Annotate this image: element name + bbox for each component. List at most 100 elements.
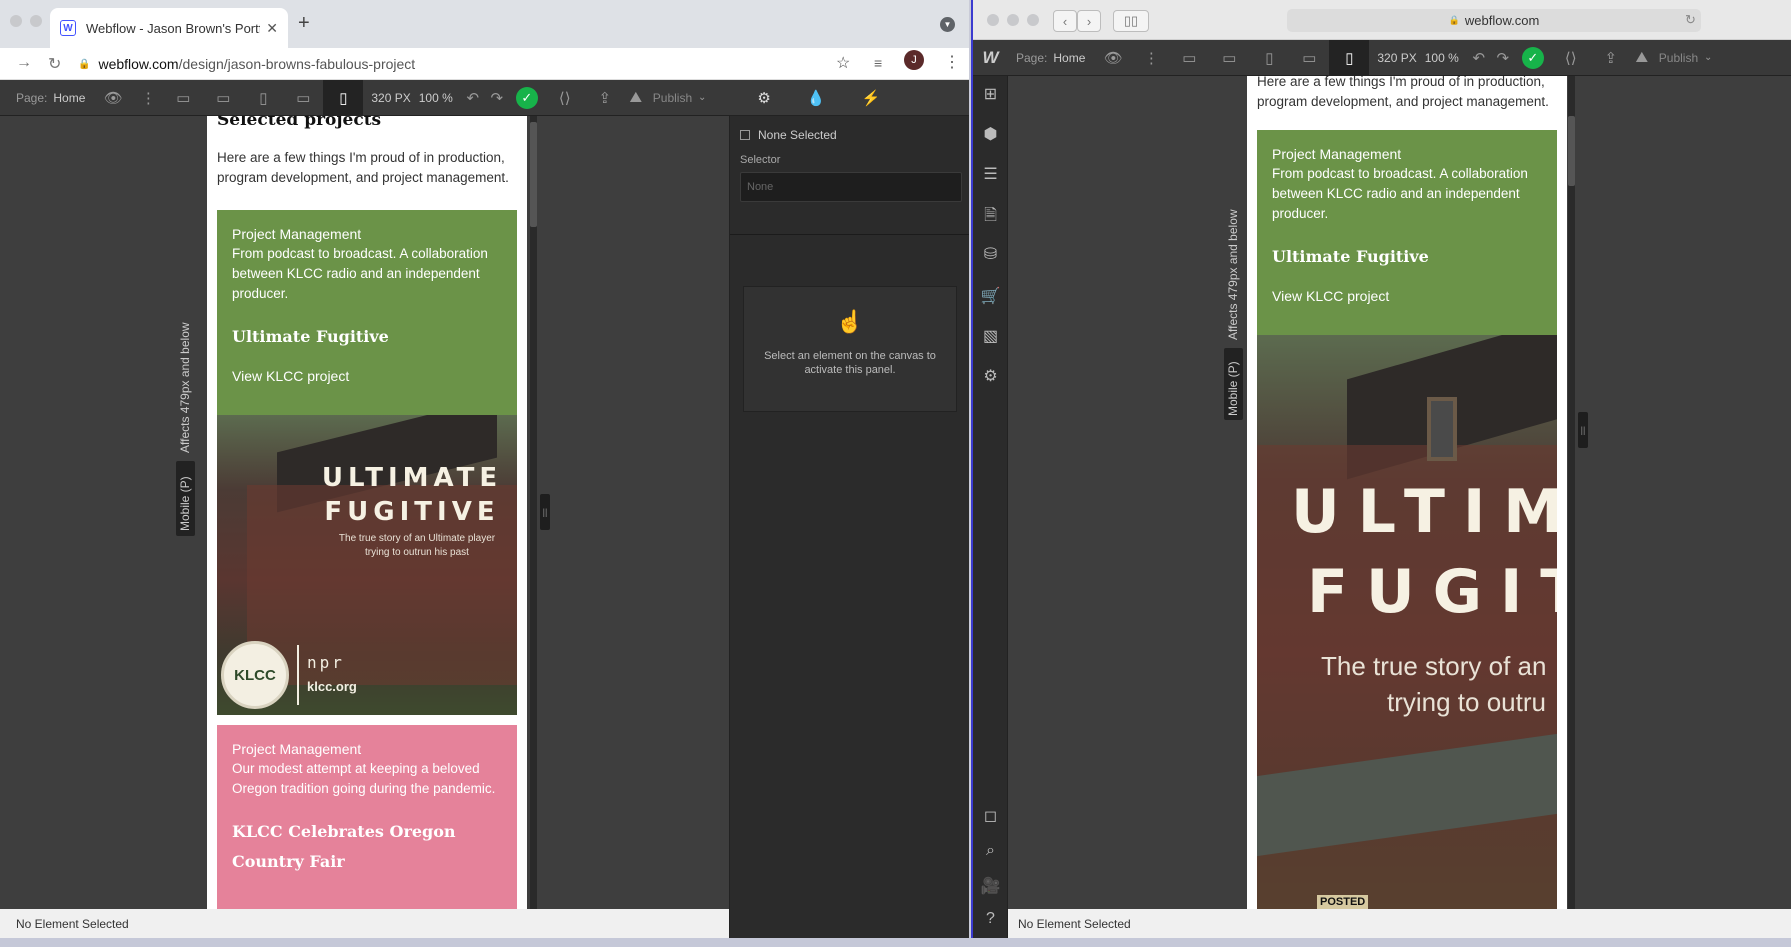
- project-card[interactable]: Project Management Our modest attempt at…: [217, 725, 517, 909]
- browser-tab[interactable]: W Webflow - Jason Brown's Portf ✕: [50, 8, 288, 48]
- mobile-landscape-breakpoint-icon[interactable]: ▭: [1289, 40, 1329, 76]
- canvas-scrollbar[interactable]: [1568, 76, 1575, 909]
- close-window-button[interactable]: [10, 15, 22, 27]
- undo-icon[interactable]: ↶: [1467, 40, 1491, 76]
- canvas-zoom[interactable]: 100 %: [419, 91, 453, 105]
- hint-message: Select an element on the canvas to activ…: [764, 350, 936, 376]
- sidebar-toggle-icon[interactable]: ▯▯: [1113, 10, 1149, 32]
- forward-icon[interactable]: →: [16, 54, 32, 72]
- redo-icon[interactable]: ↷: [1491, 40, 1515, 76]
- minimize-window-button[interactable]: [30, 15, 42, 27]
- lock-icon: 🔒: [78, 58, 91, 70]
- navigator-icon[interactable]: ☰: [973, 164, 1008, 184]
- lock-icon: 🔒: [1448, 15, 1460, 25]
- redo-icon[interactable]: ↷: [485, 80, 509, 116]
- tablet-breakpoint-icon[interactable]: ▯: [1249, 40, 1289, 76]
- large-desktop-breakpoint-icon[interactable]: ▭: [203, 80, 243, 116]
- forward-icon[interactable]: ›: [1077, 10, 1101, 32]
- reload-icon[interactable]: ↻: [48, 54, 61, 74]
- more-options-icon[interactable]: ⋮: [1133, 40, 1169, 76]
- media-queue-icon[interactable]: ≡: [874, 55, 882, 71]
- page-frame[interactable]: Here are a few things I'm proud of in pr…: [1247, 76, 1567, 909]
- canvas-zoom[interactable]: 100 %: [1425, 51, 1459, 65]
- status-bar: No Element Selected: [0, 909, 729, 938]
- project-card[interactable]: Project Management From podcast to broad…: [217, 210, 517, 415]
- hero-tagline-2: trying to outrun his past: [365, 547, 469, 558]
- more-options-icon[interactable]: ⋮: [133, 80, 163, 116]
- breakpoint-label: Affects 479px and below: [178, 322, 192, 453]
- search-icon[interactable]: ⌕: [973, 842, 1008, 860]
- chrome-menu-icon[interactable]: ⋮: [944, 52, 960, 72]
- safari-toolbar: ‹ › ▯▯ 🔒 webflow.com ↻: [973, 0, 1791, 40]
- desktop-breakpoint-icon[interactable]: ▭: [1169, 40, 1209, 76]
- preview-eye-icon[interactable]: 👁: [93, 80, 133, 116]
- hero-title-line2: FUGITIVE: [324, 497, 500, 527]
- tab-search-icon[interactable]: ▼: [940, 17, 955, 32]
- cms-icon[interactable]: ⛁: [973, 244, 1008, 264]
- code-icon[interactable]: ⟨⟩: [1551, 40, 1591, 76]
- project-link[interactable]: View KLCC project: [1272, 286, 1542, 306]
- checkbox-icon: [740, 130, 750, 140]
- code-icon[interactable]: ⟨⟩: [545, 80, 585, 116]
- page-frame[interactable]: Selected projects Here are a few things …: [207, 116, 527, 909]
- selector-input[interactable]: None: [740, 172, 962, 202]
- chevron-down-icon[interactable]: ⌄: [1698, 40, 1718, 76]
- reload-icon[interactable]: ↻: [1685, 12, 1696, 28]
- resize-handle[interactable]: ||: [1578, 412, 1588, 448]
- style-manager-icon[interactable]: 💧: [786, 80, 846, 116]
- desktop-breakpoint-icon[interactable]: ▭: [163, 80, 203, 116]
- publish-icon[interactable]: ⛰: [625, 80, 647, 116]
- minimize-window-button[interactable]: [1007, 14, 1019, 26]
- interactions-bolt-icon[interactable]: ⚡: [846, 80, 896, 116]
- mobile-portrait-breakpoint-icon[interactable]: ▯: [323, 79, 364, 116]
- hero-title-line2: FUGIT: [1307, 557, 1557, 627]
- cube-icon[interactable]: ⬢: [973, 124, 1008, 144]
- export-icon[interactable]: ⇪: [585, 80, 625, 116]
- video-icon[interactable]: 🎥: [973, 876, 1008, 896]
- close-tab-icon[interactable]: ✕: [266, 20, 278, 37]
- pages-icon[interactable]: 🗎: [973, 204, 1008, 231]
- assets-icon[interactable]: ▧: [973, 326, 1008, 346]
- mobile-portrait-breakpoint-icon[interactable]: ▯: [1329, 39, 1370, 76]
- new-tab-button[interactable]: +: [298, 12, 310, 35]
- publish-icon[interactable]: ⛰: [1631, 40, 1653, 76]
- project-description: Our modest attempt at keeping a beloved …: [232, 761, 496, 796]
- canvas-scrollbar[interactable]: [530, 116, 537, 909]
- project-card[interactable]: Project Management From podcast to broad…: [1257, 130, 1557, 335]
- zoom-window-button[interactable]: [1027, 14, 1039, 26]
- mobile-landscape-breakpoint-icon[interactable]: ▭: [283, 80, 323, 116]
- chevron-down-icon[interactable]: ⌄: [692, 80, 712, 116]
- ecommerce-icon[interactable]: 🛒: [973, 286, 1008, 306]
- export-icon[interactable]: ⇪: [1591, 40, 1631, 76]
- style-gear-icon[interactable]: ⚙: [742, 80, 786, 116]
- settings-icon[interactable]: ⚙: [973, 366, 1008, 386]
- breakpoint-device-label: Mobile (P): [1226, 361, 1240, 416]
- tablet-breakpoint-icon[interactable]: ▯: [243, 80, 283, 116]
- designer-canvas[interactable]: Mobile (P) Affects 479px and below Here …: [1008, 76, 1791, 909]
- selector-label: Selector: [740, 154, 781, 166]
- undo-icon[interactable]: ↶: [461, 80, 485, 116]
- url-domain: webflow.com: [98, 56, 179, 72]
- audit-icon[interactable]: ◻: [973, 806, 1008, 826]
- project-link[interactable]: View KLCC project: [232, 366, 502, 386]
- profile-avatar[interactable]: J: [904, 50, 924, 70]
- address-bar[interactable]: 🔒 webflow.com: [1287, 9, 1701, 32]
- page-name[interactable]: Home: [1053, 51, 1085, 65]
- add-icon[interactable]: ⊞: [973, 84, 1008, 104]
- publish-button[interactable]: Publish: [1659, 51, 1698, 65]
- webflow-logo-icon[interactable]: W: [973, 40, 1008, 76]
- resize-handle[interactable]: ||: [540, 494, 550, 530]
- breakpoint-label: Affects 479px and below: [1226, 209, 1240, 340]
- close-window-button[interactable]: [987, 14, 999, 26]
- back-icon[interactable]: ‹: [1053, 10, 1077, 32]
- bookmark-star-icon[interactable]: ☆: [836, 53, 850, 73]
- pointer-hand-icon: ☝: [836, 309, 864, 334]
- address-bar[interactable]: 🔒 webflow.com/design/jason-browns-fabulo…: [78, 51, 868, 77]
- publish-button[interactable]: Publish: [653, 91, 692, 105]
- designer-canvas[interactable]: Mobile (P) Affects 479px and below Selec…: [0, 116, 729, 909]
- help-icon[interactable]: ?: [973, 910, 1008, 928]
- project-category: Project Management: [1272, 146, 1402, 162]
- large-desktop-breakpoint-icon[interactable]: ▭: [1209, 40, 1249, 76]
- page-name[interactable]: Home: [53, 91, 85, 105]
- preview-eye-icon[interactable]: 👁: [1093, 40, 1133, 76]
